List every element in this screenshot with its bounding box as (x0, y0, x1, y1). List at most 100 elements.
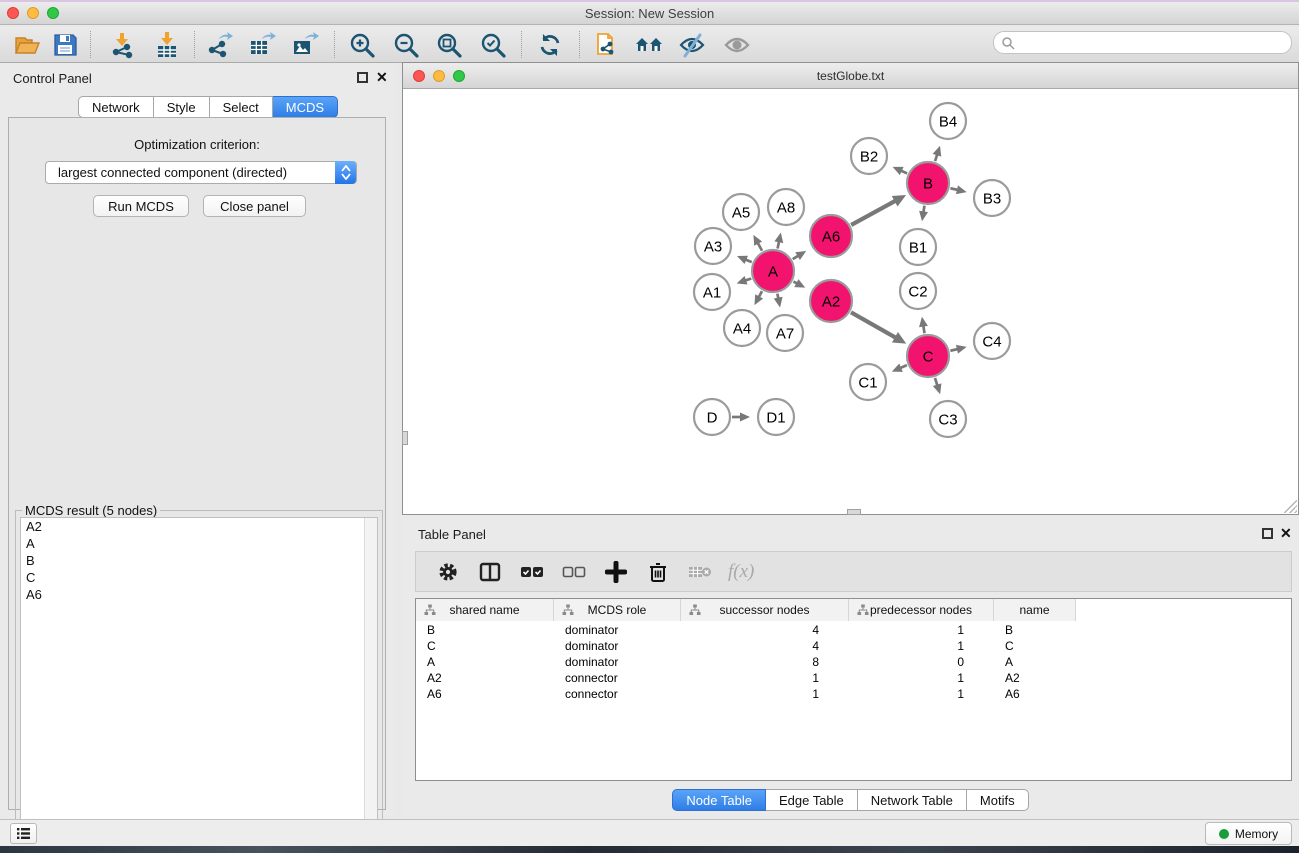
table-cell[interactable]: connector (554, 686, 681, 702)
network-window-titlebar[interactable]: testGlobe.txt (403, 63, 1298, 89)
graph-node-label: A6 (822, 228, 840, 245)
table-cell[interactable]: 1 (849, 686, 994, 702)
tab-motifs[interactable]: Motifs (967, 789, 1029, 811)
table-cell[interactable]: 1 (681, 670, 849, 686)
export-network-icon[interactable] (205, 30, 235, 60)
table-cell[interactable]: A (416, 654, 554, 670)
tab-style[interactable]: Style (154, 96, 210, 118)
close-table-panel-icon[interactable]: ✕ (1280, 526, 1292, 540)
split-table-icon[interactable] (476, 558, 504, 586)
column-header-predecessor-nodes[interactable]: predecessor nodes (849, 599, 994, 621)
table-cell[interactable]: B (416, 622, 554, 638)
table-cell[interactable]: A2 (994, 670, 1076, 686)
close-panel-icon[interactable]: ✕ (376, 70, 388, 84)
import-network-icon[interactable] (107, 30, 137, 60)
open-session-icon[interactable] (12, 30, 42, 60)
first-neighbors-icon[interactable] (634, 30, 664, 60)
splitter-grip[interactable] (402, 431, 408, 445)
table-options-gear-icon[interactable] (434, 558, 462, 586)
delete-column-icon[interactable] (644, 558, 672, 586)
table-cell[interactable]: A (994, 654, 1076, 670)
zoom-fit-icon[interactable] (434, 30, 464, 60)
table-cell[interactable]: dominator (554, 638, 681, 654)
export-table-icon[interactable] (247, 30, 277, 60)
column-header-label: MCDS role (588, 603, 647, 617)
unselect-all-columns-icon[interactable] (560, 558, 588, 586)
table-cell[interactable]: dominator (554, 654, 681, 670)
column-header-shared-name[interactable]: shared name (416, 599, 554, 621)
memory-button[interactable]: Memory (1205, 822, 1292, 845)
tab-select[interactable]: Select (210, 96, 273, 118)
table-cell[interactable]: B (994, 622, 1076, 638)
float-panel-icon[interactable] (357, 72, 368, 83)
tab-node-table[interactable]: Node Table (672, 789, 766, 811)
selected-option-text: largest connected component (directed) (58, 165, 287, 180)
zoom-out-icon[interactable] (391, 30, 421, 60)
column-header-label: name (1019, 603, 1049, 617)
save-session-icon[interactable] (50, 30, 80, 60)
add-column-icon[interactable] (602, 558, 630, 586)
mcds-result-list[interactable]: A2ABCA6 (20, 517, 378, 847)
new-network-from-selection-icon[interactable] (592, 30, 622, 60)
zoom-selected-icon[interactable] (478, 30, 508, 60)
search-field[interactable] (993, 31, 1292, 54)
scrollbar-track[interactable] (364, 518, 377, 846)
tab-network-table[interactable]: Network Table (858, 789, 967, 811)
table-row[interactable]: Cdominator41C (416, 638, 1277, 654)
resize-corner-handle[interactable] (1284, 500, 1297, 513)
float-table-panel-icon[interactable] (1262, 528, 1273, 539)
tab-edge-table[interactable]: Edge Table (766, 789, 858, 811)
mcds-result-item[interactable]: A6 (21, 586, 377, 603)
tab-mcds[interactable]: MCDS (273, 96, 338, 118)
search-input[interactable] (1015, 36, 1291, 50)
table-cell[interactable]: 1 (849, 670, 994, 686)
table-cell[interactable]: A2 (416, 670, 554, 686)
arrowhead-icon (774, 297, 783, 308)
table-cell[interactable]: 0 (849, 654, 994, 670)
delete-table-icon[interactable] (686, 558, 714, 586)
table-row[interactable]: Bdominator41B (416, 622, 1277, 638)
table-row[interactable]: Adominator80A (416, 654, 1277, 670)
column-header-MCDS-role[interactable]: MCDS role (554, 599, 681, 621)
table-row[interactable]: A6connector11A6 (416, 686, 1277, 702)
show-all-icon[interactable] (722, 30, 752, 60)
network-canvas[interactable]: AA5A8A3A1A4A7A6A2BB2B4B3B1C2CC4C1C3DD1 (403, 89, 1298, 514)
close-panel-button[interactable]: Close panel (203, 195, 306, 217)
table-row[interactable]: A2connector11A2 (416, 670, 1277, 686)
column-header-successor-nodes[interactable]: successor nodes (681, 599, 849, 621)
table-cell[interactable]: 8 (681, 654, 849, 670)
table-cell[interactable]: 1 (849, 638, 994, 654)
edge-A6-B[interactable] (851, 200, 896, 225)
mcds-result-item[interactable]: A (21, 535, 377, 552)
tab-network[interactable]: Network (78, 96, 154, 118)
export-image-icon[interactable] (290, 30, 320, 60)
select-all-columns-icon[interactable] (518, 558, 546, 586)
task-history-button[interactable] (10, 823, 37, 844)
table-cell[interactable]: dominator (554, 622, 681, 638)
table-cell[interactable]: connector (554, 670, 681, 686)
import-table-icon[interactable] (152, 30, 182, 60)
splitter-grip[interactable] (847, 509, 861, 515)
optimization-criterion-select[interactable]: largest connected component (directed) (45, 161, 357, 184)
mcds-result-item[interactable]: A2 (21, 518, 377, 535)
table-cell[interactable]: C (416, 638, 554, 654)
table-cell[interactable]: 4 (681, 638, 849, 654)
network-graph[interactable]: AA5A8A3A1A4A7A6A2BB2B4B3B1C2CC4C1C3DD1 (403, 89, 1298, 514)
mcds-result-item[interactable]: B (21, 552, 377, 569)
table-cell[interactable]: A6 (994, 686, 1076, 702)
function-builder-icon[interactable]: f(x) (728, 561, 754, 583)
table-cell[interactable]: 1 (849, 622, 994, 638)
zoom-in-icon[interactable] (347, 30, 377, 60)
refresh-icon[interactable] (535, 30, 565, 60)
table-cell[interactable]: C (994, 638, 1076, 654)
table-cell[interactable]: A6 (416, 686, 554, 702)
run-mcds-button[interactable]: Run MCDS (93, 195, 189, 217)
table-cell[interactable]: 1 (681, 686, 849, 702)
arrowhead-icon (956, 345, 967, 354)
table-cell[interactable]: 4 (681, 622, 849, 638)
app-titlebar: Session: New Session (0, 0, 1299, 25)
mcds-result-item[interactable]: C (21, 569, 377, 586)
edge-A2-C[interactable] (851, 312, 897, 338)
column-header-name[interactable]: name (994, 599, 1076, 621)
hide-selection-icon[interactable] (677, 30, 707, 60)
